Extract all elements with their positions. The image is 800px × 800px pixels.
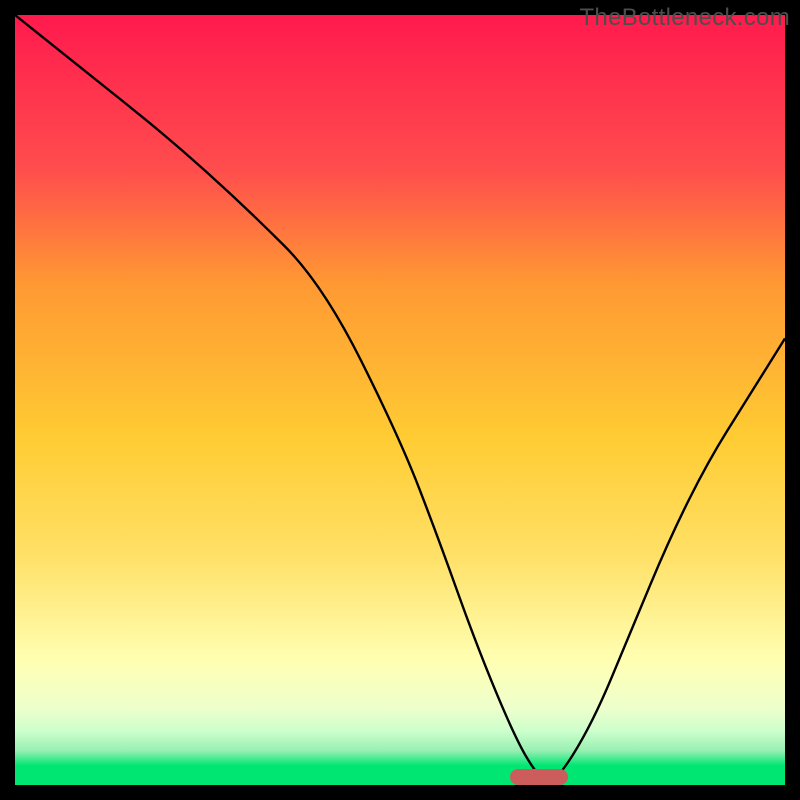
chart-frame: TheBottleneck.com [0,0,800,800]
chart-svg [15,15,785,785]
watermark-text: TheBottleneck.com [579,4,790,32]
optimal-marker [510,769,568,785]
gradient-background [15,15,785,785]
plot-area [15,15,785,785]
